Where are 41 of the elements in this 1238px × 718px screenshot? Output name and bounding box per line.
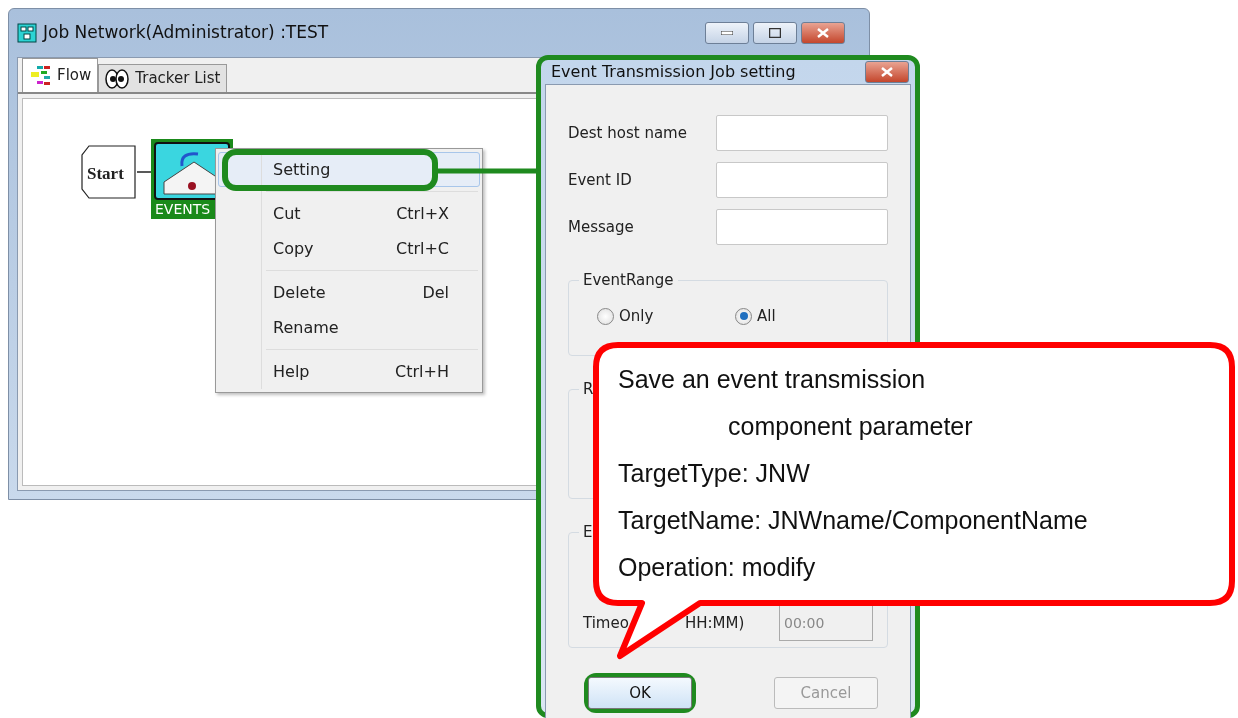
- menu-item[interactable]: Rename: [218, 310, 480, 345]
- minimize-icon: [721, 31, 733, 35]
- app-icon: [17, 23, 37, 43]
- callout-text: TargetName: JNWname/ComponentName: [618, 505, 1088, 536]
- callout-text: Save an event transmission: [618, 364, 927, 395]
- radio-button[interactable]: [735, 307, 752, 325]
- connector-line: [137, 171, 151, 173]
- close-icon: [881, 67, 893, 77]
- ok-button[interactable]: OK: [588, 677, 692, 709]
- callout-text: Operation: modify: [618, 552, 817, 583]
- field-label: Timeo: [583, 612, 629, 634]
- field-label: Event ID: [568, 169, 632, 191]
- dialog-title: Event Transmission Job setting: [551, 61, 796, 83]
- close-icon: [817, 28, 829, 38]
- field-label: Dest host name: [568, 122, 687, 144]
- input-field[interactable]: [716, 162, 888, 198]
- input-field[interactable]: [716, 209, 888, 245]
- menu-item[interactable]: Help Ctrl+H: [218, 354, 480, 389]
- input-field[interactable]: [716, 115, 888, 151]
- tab[interactable]: Tracker List: [98, 64, 228, 92]
- node-label: Start: [87, 163, 124, 185]
- close-button[interactable]: [801, 22, 845, 44]
- callout-text: TargetType: JNW: [618, 458, 811, 489]
- menu-item[interactable]: Copy Ctrl+C: [218, 231, 480, 266]
- option-label: Only: [619, 306, 654, 327]
- menu-item[interactable]: Delete Del: [218, 275, 480, 310]
- maximize-button[interactable]: [753, 22, 797, 44]
- window-title: Job Network(Administrator) :TEST: [43, 21, 329, 45]
- tree-icon: [29, 65, 51, 86]
- minimize-button[interactable]: [705, 22, 749, 44]
- maximize-icon: [769, 28, 781, 38]
- field-label: HH:MM): [684, 612, 745, 634]
- start-node[interactable]: [81, 145, 137, 199]
- eyes-icon: [105, 68, 130, 89]
- field-label: Message: [568, 216, 634, 238]
- node-label: EVENTS: [155, 201, 211, 217]
- radio-button[interactable]: [597, 307, 614, 325]
- option-label: All: [757, 306, 776, 327]
- tab[interactable]: Flow: [22, 58, 99, 92]
- close-button[interactable]: [865, 61, 909, 83]
- callout-text: component parameter: [727, 411, 974, 442]
